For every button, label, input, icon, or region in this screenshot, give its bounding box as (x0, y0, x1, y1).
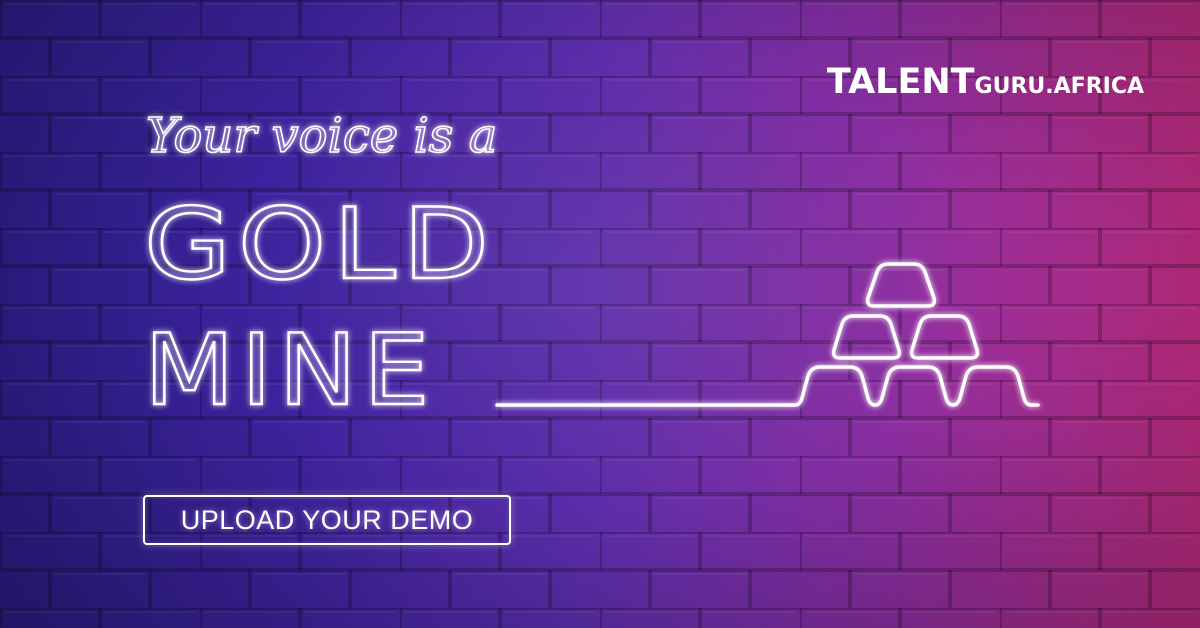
headline-gold: GOLD (144, 188, 496, 302)
gold-bars-stack-icon (495, 262, 1040, 407)
upload-demo-button[interactable]: UPLOAD YOUR DEMO (143, 495, 511, 545)
headline-mine: MINE (144, 314, 436, 428)
headline-script: Your voice is a (146, 108, 497, 164)
